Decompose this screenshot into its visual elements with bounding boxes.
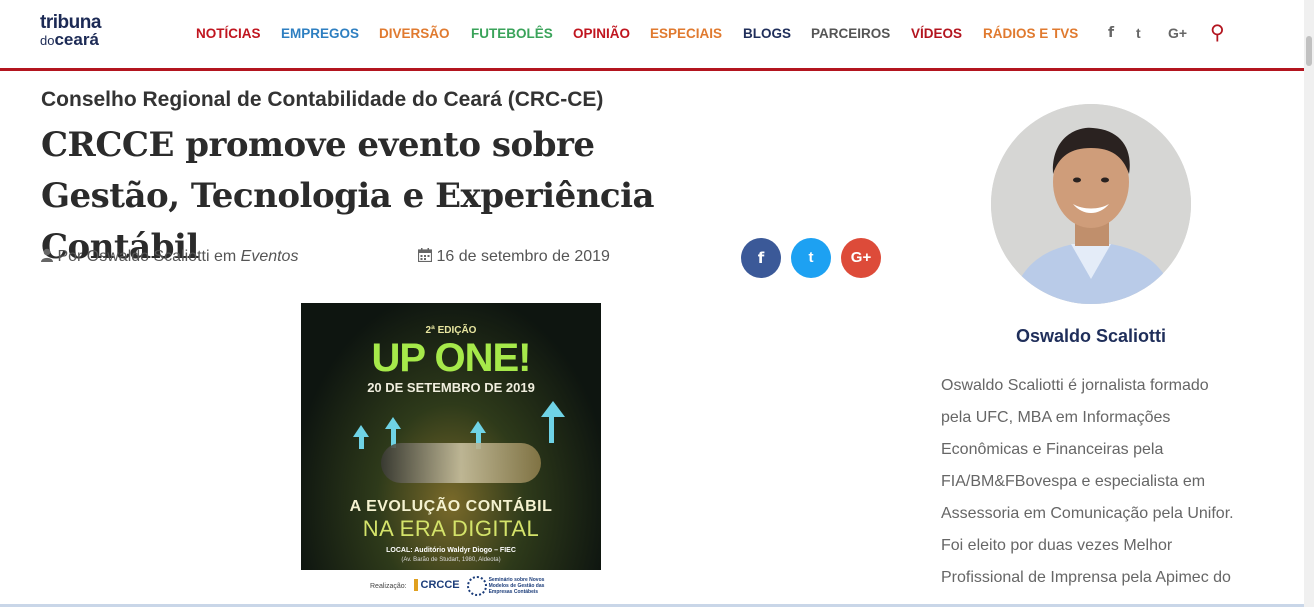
calendar-icon	[417, 248, 433, 263]
logo-line2-main: ceará	[54, 30, 99, 49]
nav-item-parceiros[interactable]: PARCEIROS	[811, 26, 890, 41]
logo-line2-small: do	[40, 33, 55, 48]
share-google-plus-button[interactable]: G+	[841, 238, 881, 278]
poster-headline-2: NA ERA DIGITAL	[362, 516, 540, 541]
nav-item-radios-tvs[interactable]: RÁDIOS E TVS	[983, 26, 1078, 41]
article-byline: Por Oswaldo Scaliotti em Eventos	[41, 248, 298, 266]
poster-arrow-stem	[549, 413, 554, 443]
poster-arrow-icon	[353, 425, 369, 437]
nav-item-especiais[interactable]: ESPECIAIS	[650, 26, 722, 41]
search-icon[interactable]: ⚲	[1210, 20, 1225, 44]
scrollbar[interactable]	[1304, 0, 1314, 607]
nav-item-opiniao[interactable]: OPINIÃO	[573, 26, 630, 41]
scrollbar-thumb[interactable]	[1306, 36, 1312, 66]
article-date: 16 de setembro de 2019	[417, 248, 610, 266]
poster-headline-1: A EVOLUÇÃO CONTÁBIL	[349, 498, 553, 515]
author-name[interactable]: Oswaldo Scaliotti	[941, 326, 1241, 347]
author-avatar	[991, 104, 1191, 304]
poster-date: 20 DE SETEMBRO DE 2019	[367, 380, 535, 395]
crcce-logo: CRCCE	[413, 578, 460, 591]
poster-edicao: 2ª EDIÇÃO	[425, 325, 477, 336]
user-icon	[41, 248, 53, 262]
nav-item-empregos[interactable]: EMPREGOS	[281, 26, 359, 41]
poster-hands-graphic	[381, 443, 541, 483]
nav-item-blogs[interactable]: BLOGS	[743, 26, 791, 41]
nav-item-diversao[interactable]: DIVERSÃO	[379, 26, 450, 41]
poster-sponsor-logos: Realização: CRCCE Seminário sobre Novos …	[370, 576, 559, 596]
author-bio: Oswaldo Scaliotti é jornalista formado p…	[941, 377, 1234, 586]
date-text: 16 de setembro de 2019	[436, 248, 610, 265]
seminar-logo-text: Seminário sobre Novos Modelos de Gestão …	[488, 577, 545, 595]
poster-address: (Av. Barão de Studart, 1980, Aldeota)	[401, 557, 501, 563]
byline-prefix: Por Oswaldo Scaliotti em	[57, 248, 237, 265]
facebook-icon[interactable]: f	[1108, 25, 1114, 41]
poster-arrow-icon	[385, 417, 401, 429]
sponsor-realizacao: Realização:	[370, 582, 407, 590]
share-twitter-button[interactable]: t	[791, 238, 831, 278]
nav-item-futeboles[interactable]: FUTEBOLÊS	[471, 26, 553, 41]
poster-brand: UP ONE!	[371, 336, 532, 380]
poster-arrow-icon	[541, 401, 565, 417]
byline-category-link[interactable]: Eventos	[241, 248, 299, 265]
article-category[interactable]: Conselho Regional de Contabilidade do Ce…	[41, 88, 603, 112]
logo-line2: doceará	[40, 31, 101, 49]
nav-item-videos[interactable]: VÍDEOS	[911, 26, 962, 41]
nav-item-noticias[interactable]: NOTÍCIAS	[196, 26, 261, 41]
poster-arrow-icon	[470, 421, 486, 433]
seminar-logo-icon	[466, 576, 487, 596]
author-photo	[991, 104, 1191, 304]
google-plus-icon[interactable]: G+	[1168, 25, 1187, 41]
top-navbar: tribuna doceará NOTÍCIAS EMPREGOS DIVERS…	[0, 0, 1304, 71]
poster-local: LOCAL: Auditório Waldyr Diogo – FIEC	[386, 547, 516, 554]
logo-line1: tribuna	[40, 12, 101, 33]
poster-arrow-stem	[359, 435, 364, 449]
share-facebook-button[interactable]: f	[741, 238, 781, 278]
site-logo[interactable]: tribuna doceará	[40, 12, 101, 49]
event-poster-image: 2ª EDIÇÃO UP ONE! 20 DE SETEMBRO DE 2019…	[301, 303, 601, 570]
twitter-icon[interactable]: t	[1136, 25, 1141, 41]
